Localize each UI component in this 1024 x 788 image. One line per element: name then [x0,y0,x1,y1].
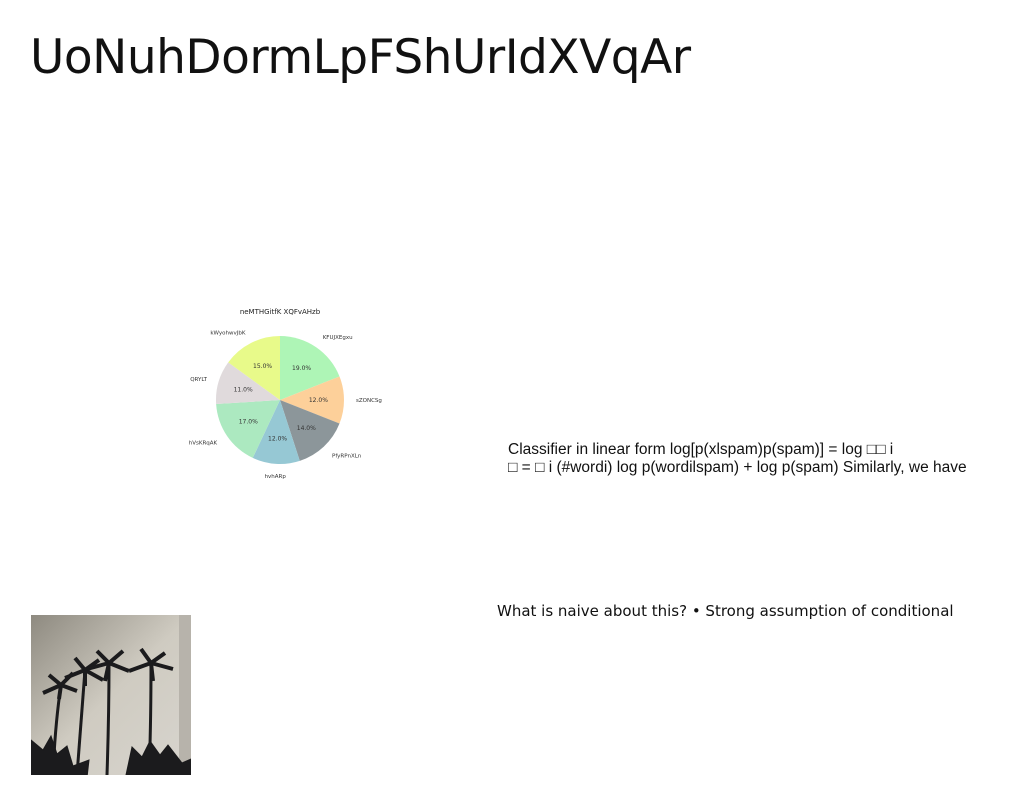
pie-percent-label: 12.0% [268,435,287,442]
formula-line-2: □ = □ i (#wordi) log p(wordilspam) + log… [508,459,967,476]
pie-category-label: KFUJXEgxu [323,335,353,341]
pie-percent-label: 12.0% [309,397,328,404]
pie-percent-label: 15.0% [253,363,272,370]
pie-category-label: PfyRPnXLn [332,453,362,459]
pie-category-label: QRYLT [190,377,207,383]
palm-trees-photo [31,615,191,775]
pie-percent-label: 14.0% [297,425,316,432]
pie-percent-label: 19.0% [292,365,311,372]
pie-category-label: kWyohwvJbK [210,330,245,336]
pie-category-label: hVsKRqAK [189,441,218,447]
formula-line-1: Classifier in linear form log[p(xlspam)p… [508,441,894,458]
pie-chart: neMTHGitfK XQFvAHzb 19.0% KFUJXEgxu 12.0% s… [180,300,400,500]
pie-percent-label: 17.0% [239,419,258,426]
pie-percent-label: 11.0% [234,386,253,393]
slide-title: UoNuhDormLpFShUrIdXVqAr [30,30,691,85]
naive-question-text: What is naive about this? • Strong assum… [497,602,954,620]
pie-category-label: hvhARp [265,474,287,480]
pie-chart-svg: neMTHGitfK XQFvAHzb 19.0% KFUJXEgxu 12.0% s… [189,308,382,480]
chart-title: neMTHGitfK XQFvAHzb [240,308,321,316]
palm-trees-image [31,615,191,775]
formula-text: Classifier in linear form log[p(xlspam)p… [508,441,1008,477]
pie-category-label: sZONCSg [356,398,382,404]
